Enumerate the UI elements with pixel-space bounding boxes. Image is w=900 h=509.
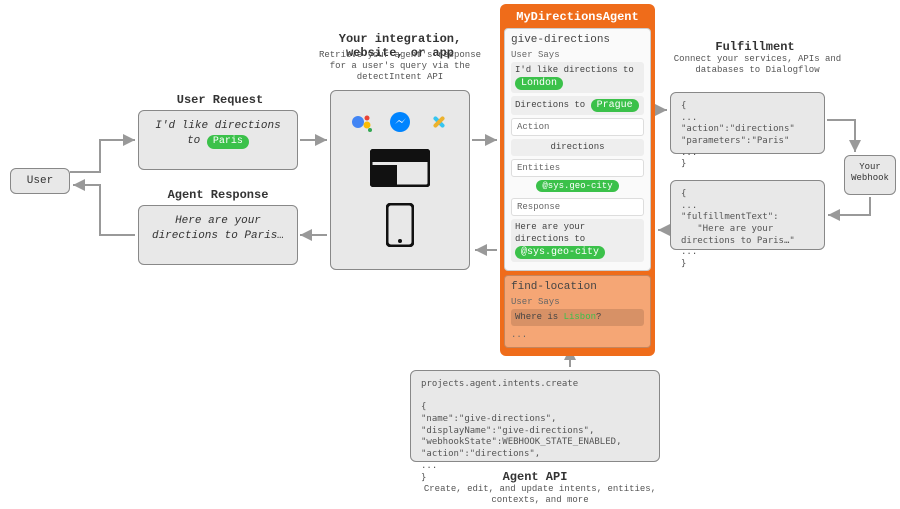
- intent1-usersays-label: User Says: [511, 50, 644, 60]
- intent1-entities-label: Entities: [511, 159, 644, 177]
- user-box: User: [10, 168, 70, 194]
- intent1-phrase1-prefix: I'd like directions to: [515, 65, 634, 75]
- intent1-entity: @sys.geo-city: [536, 180, 618, 192]
- user-request-highlight: Paris: [207, 135, 249, 149]
- intent1-phrase1-highlight: London: [515, 77, 563, 90]
- intent2-ellipsis: ...: [511, 330, 644, 340]
- intent1-response: Here are your directions to @sys.geo-cit…: [511, 219, 644, 261]
- fulfillment-request-json: { ... "action":"directions" "parameters"…: [681, 101, 814, 171]
- agent-api-title: Agent API: [495, 470, 575, 484]
- intent2-phrase-highlight: Lisbon: [564, 312, 596, 322]
- user-request-box: I'd like directions to Paris: [138, 110, 298, 170]
- intent2-phrase-suffix: ?: [596, 312, 601, 322]
- intent1-name: give-directions: [511, 34, 644, 46]
- slack-icon: [428, 111, 450, 133]
- agent-api-subtitle: Create, edit, and update intents, entiti…: [400, 484, 680, 506]
- google-assistant-icon: [350, 111, 372, 133]
- fulfillment-subtitle: Connect your services, APIs and database…: [665, 54, 850, 76]
- agent-api-body: projects.agent.intents.create { "name":"…: [421, 379, 649, 484]
- intent-find-location: find-location User Says Where is Lisbon?…: [504, 275, 651, 349]
- fulfillment-title: Fulfillment: [680, 40, 830, 54]
- messenger-icon: [389, 111, 411, 133]
- intent1-phrase2: Directions to Prague: [511, 96, 644, 115]
- intent-give-directions: give-directions User Says I'd like direc…: [504, 28, 651, 271]
- fulfillment-response-box: { ... "fulfillmentText": "Here are your …: [670, 180, 825, 250]
- intent1-phrase1: I'd like directions to London: [511, 62, 644, 93]
- agent-name: MyDirectionsAgent: [504, 8, 651, 28]
- webhook-box: Your Webhook: [844, 155, 896, 195]
- agent-api-box: projects.agent.intents.create { "name":"…: [410, 370, 660, 462]
- user-request-title: User Request: [150, 93, 290, 107]
- fulfillment-request-box: { ... "action":"directions" "parameters"…: [670, 92, 825, 154]
- integration-subtitle: Retrieve your agent's response for a use…: [310, 50, 490, 82]
- intent2-phrase: Where is Lisbon?: [511, 309, 644, 327]
- integration-box: [330, 90, 470, 270]
- webhook-label: Your Webhook: [851, 162, 889, 183]
- fulfillment-response-json: { ... "fulfillmentText": "Here are your …: [681, 189, 814, 271]
- intent1-response-label: Response: [511, 198, 644, 216]
- intent1-action-value: directions: [511, 139, 644, 157]
- web-layout-icon: [370, 149, 430, 187]
- mobile-icon: [386, 203, 414, 247]
- intent2-phrase-prefix: Where is: [515, 312, 564, 322]
- intent1-phrase2-prefix: Directions to: [515, 100, 591, 110]
- intent2-name: find-location: [511, 281, 644, 293]
- intent1-phrase2-highlight: Prague: [591, 99, 639, 112]
- agent-response-box: Here are your directions to Paris…: [138, 205, 298, 265]
- agent-response-text: Here are your directions to Paris…: [152, 215, 284, 242]
- intent1-response-prefix: Here are your directions to: [515, 222, 585, 244]
- user-label: User: [27, 175, 53, 187]
- intent2-usersays-label: User Says: [511, 297, 644, 307]
- agent-response-title: Agent Response: [148, 188, 288, 202]
- intent1-response-highlight: @sys.geo-city: [515, 246, 605, 259]
- intent1-action-label: Action: [511, 118, 644, 136]
- agent-panel: MyDirectionsAgent give-directions User S…: [500, 4, 655, 356]
